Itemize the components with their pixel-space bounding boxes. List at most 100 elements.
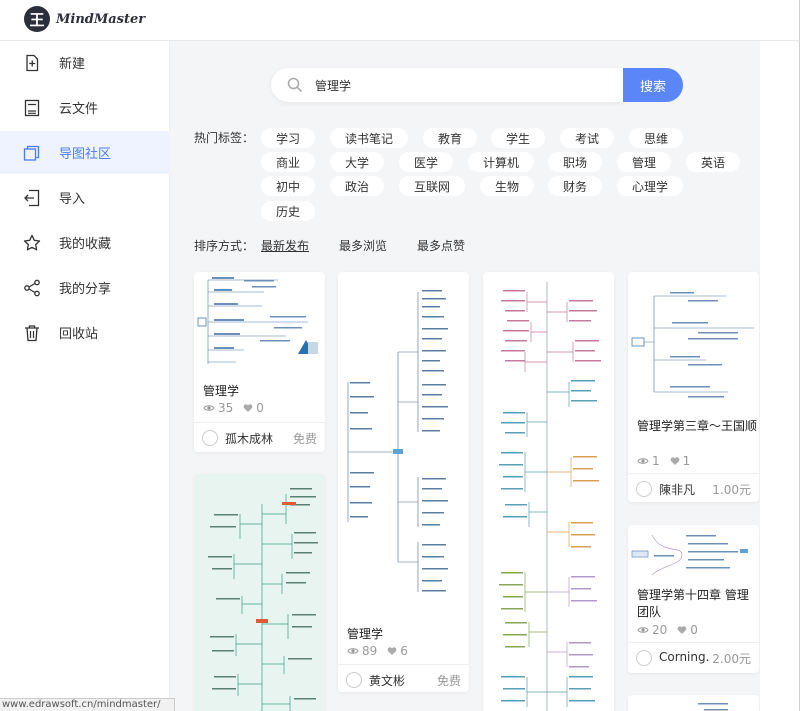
mindmap-thumbnail — [197, 277, 318, 364]
views-icon — [637, 456, 649, 466]
scrollbar-track[interactable] — [760, 41, 800, 711]
card-author[interactable]: 孤木成林 — [225, 430, 273, 447]
avatar — [636, 481, 652, 497]
card-price: 2.00元 — [712, 652, 751, 666]
sidebar-item-label: 回收站 — [59, 327, 99, 342]
sidebar-item-import[interactable]: 导入 — [0, 176, 170, 219]
mindmap-card[interactable]: 管理学第十四章 管理团队 20 0 Corning. 2.00元 — [628, 525, 759, 673]
heart-icon — [387, 646, 397, 656]
views-icon — [637, 625, 649, 635]
sidebar-item-shares[interactable]: 我的分享 — [0, 266, 170, 309]
sidebar-item-label: 云文件 — [59, 102, 99, 117]
card-price: 免费 — [292, 432, 317, 446]
views-count: 1 — [652, 454, 660, 468]
card-title: 管理学第十四章 管理团队 — [637, 588, 749, 619]
sidebar-item-new[interactable]: 新建 — [0, 41, 170, 84]
tag[interactable]: 教育 — [423, 128, 477, 148]
top-bar: 王 MindMaster — [0, 0, 800, 41]
sidebar-item-favorites[interactable]: 我的收藏 — [0, 221, 170, 264]
views-count: 89 — [362, 644, 378, 658]
tag[interactable]: 生物 — [480, 176, 534, 196]
mindmap-thumbnail — [499, 282, 601, 711]
tag[interactable]: 考试 — [560, 128, 614, 148]
star-icon — [22, 233, 42, 253]
tag[interactable]: 思维 — [629, 128, 683, 148]
mindmap-thumbnail — [631, 534, 748, 576]
heart-icon — [243, 403, 253, 413]
sidebar-item-community[interactable]: 导图社区 — [0, 131, 170, 174]
tag[interactable]: 初中 — [261, 176, 315, 196]
card-stats: 20 0 — [637, 623, 708, 637]
import-icon — [22, 188, 42, 208]
card-stats: 1 1 — [637, 454, 700, 468]
mindmap-card[interactable]: 管理学 35 0 孤木成林 免费 — [194, 272, 325, 452]
tag[interactable]: 学生 — [491, 128, 545, 148]
tag[interactable]: 心理学 — [617, 176, 683, 196]
search-box — [271, 68, 623, 102]
community-icon — [22, 143, 42, 163]
card-author[interactable]: 黄文彬 — [369, 672, 405, 689]
card-stats: 35 0 — [203, 401, 274, 415]
card-footer: 陳非凡 1.00元 — [628, 473, 759, 502]
tag[interactable]: 大学 — [330, 152, 384, 172]
mindmap-card[interactable] — [628, 695, 759, 711]
status-url: www.edrawsoft.cn/mindmaster/ — [0, 698, 175, 711]
tag[interactable]: 医学 — [399, 152, 453, 172]
views-count: 20 — [652, 623, 668, 637]
sidebar-item-cloud-files[interactable]: 云文件 — [0, 86, 170, 129]
tag[interactable]: 计算机 — [468, 152, 534, 172]
card-stats: 89 6 — [347, 644, 418, 658]
mindmap-thumbnail — [208, 488, 318, 711]
card-author[interactable]: Corning. — [659, 650, 709, 664]
card-price: 1.00元 — [712, 483, 751, 497]
avatar — [636, 650, 652, 666]
community-main: 搜索 热门标签： 学习 读书笔记 教育 学生 考试 思维 商业 大学 医学 计算… — [171, 41, 760, 711]
app-logo[interactable]: 王 MindMaster — [24, 6, 145, 32]
search-input[interactable] — [315, 68, 615, 102]
mindmap-thumbnail — [631, 292, 754, 398]
logo-mark: 王 — [24, 6, 50, 32]
card-price: 免费 — [436, 674, 461, 688]
tag[interactable]: 商业 — [261, 152, 315, 172]
sort-option-most-viewed[interactable]: 最多浏览 — [339, 237, 387, 254]
tag[interactable]: 历史 — [261, 201, 315, 221]
tag[interactable]: 管理 — [617, 152, 671, 172]
sidebar-item-label: 新建 — [59, 57, 86, 72]
sort-label: 排序方式： — [194, 239, 255, 253]
mindmap-card[interactable]: 管理学第三章～王国顺 1 1 陳非凡 1.00元 — [628, 272, 759, 502]
sidebar-item-label: 我的分享 — [59, 282, 112, 297]
sidebar-item-label: 导图社区 — [59, 147, 112, 162]
sidebar-item-trash[interactable]: 回收站 — [0, 311, 170, 354]
heart-icon — [677, 625, 687, 635]
avatar — [346, 672, 362, 688]
tag[interactable]: 读书笔记 — [330, 128, 408, 148]
sidebar-item-label: 我的收藏 — [59, 237, 112, 252]
tag[interactable]: 英语 — [686, 152, 740, 172]
new-file-icon — [22, 53, 42, 73]
mindmap-card[interactable] — [194, 474, 325, 711]
card-footer: Corning. 2.00元 — [628, 642, 759, 672]
likes-count: 6 — [400, 644, 408, 658]
search-button[interactable]: 搜索 — [623, 68, 683, 102]
views-count: 35 — [218, 401, 234, 415]
card-author[interactable]: 陳非凡 — [659, 481, 695, 498]
tag[interactable]: 互联网 — [399, 176, 465, 196]
views-icon — [203, 403, 215, 413]
tags-label: 热门标签： — [194, 131, 255, 145]
trash-icon — [22, 323, 42, 343]
search-icon — [287, 77, 303, 97]
logo-text: MindMaster — [56, 11, 146, 27]
sort-option-most-liked[interactable]: 最多点赞 — [417, 237, 465, 254]
card-footer: 黄文彬 免费 — [338, 664, 469, 692]
cloud-file-icon — [22, 98, 42, 118]
tag[interactable]: 政治 — [330, 176, 384, 196]
tag[interactable]: 职场 — [548, 152, 602, 172]
card-title: 管理学第三章～王国顺 — [637, 419, 758, 433]
mindmap-card[interactable] — [483, 272, 614, 711]
mindmap-card[interactable]: 管理学 89 6 黄文彬 免费 — [338, 272, 469, 692]
sort-option-latest[interactable]: 最新发布 — [261, 237, 309, 254]
avatar — [202, 430, 218, 446]
sidebar: 新建 云文件 导图社区 导入 我的收藏 我的分享 回收站 — [0, 41, 170, 711]
tag[interactable]: 学习 — [261, 128, 315, 148]
tag[interactable]: 财务 — [548, 176, 602, 196]
